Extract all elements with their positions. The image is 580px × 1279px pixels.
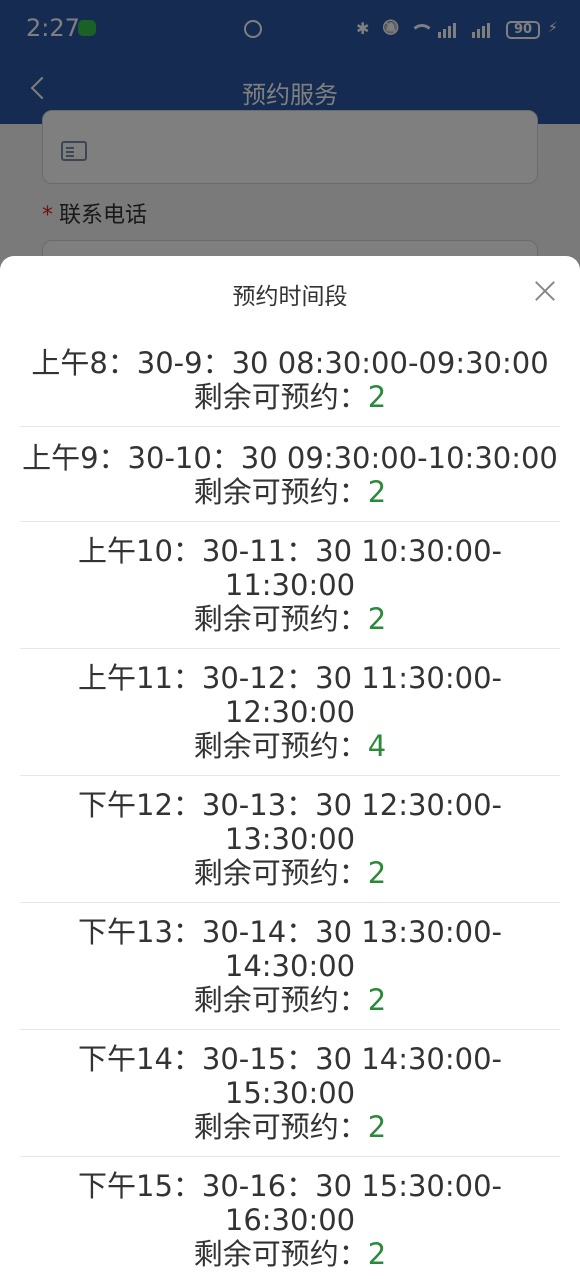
slot-time: 上午9：30-10：30 09:30:00-10:30:00 <box>22 441 558 475</box>
slot-remaining: 剩余可预约：2 <box>20 475 560 509</box>
remaining-label: 剩余可预约： <box>193 1110 368 1144</box>
slot-remaining: 剩余可预约：2 <box>20 856 560 890</box>
remaining-count: 2 <box>367 856 387 890</box>
slot-remaining: 剩余可预约：2 <box>20 983 560 1017</box>
remaining-label: 剩余可预约： <box>193 602 368 636</box>
slot-time-line1: 下午14：30-15：30 14:30:00- <box>78 1042 502 1076</box>
remaining-label: 剩余可预约： <box>193 983 368 1017</box>
slot-time-line1: 上午10：30-11：30 10:30:00- <box>78 534 502 568</box>
remaining-count: 2 <box>367 602 387 636</box>
slot-remaining: 剩余可预约：2 <box>20 1237 560 1271</box>
time-slot-item[interactable]: 上午9：30-10：30 09:30:00-10:30:00 剩余可预约：2 <box>20 427 560 522</box>
slot-time-line2: 14:30:00 <box>224 949 356 983</box>
sheet-title: 预约时间段 <box>232 284 348 310</box>
time-slot-item[interactable]: 上午10：30-11：30 10:30:00- 11:30:00 剩余可预约：2 <box>20 522 560 649</box>
remaining-label: 剩余可预约： <box>193 380 368 414</box>
time-slot-sheet: 预约时间段 上午8：30-9：30 08:30:00-09:30:00 剩余可预… <box>0 256 580 1279</box>
remaining-count: 4 <box>367 729 387 763</box>
slot-remaining: 剩余可预约：2 <box>20 1110 560 1144</box>
time-slot-item[interactable]: 下午12：30-13：30 12:30:00- 13:30:00 剩余可预约：2 <box>20 776 560 903</box>
slot-time-line2: 12:30:00 <box>224 695 356 729</box>
time-slot-item[interactable]: 上午8：30-9：30 08:30:00-09:30:00 剩余可预约：2 <box>20 332 560 427</box>
slot-time: 上午8：30-9：30 08:30:00-09:30:00 <box>31 346 549 380</box>
slot-remaining: 剩余可预约：4 <box>20 729 560 763</box>
slot-time-line2: 11:30:00 <box>224 568 356 602</box>
remaining-count: 2 <box>367 475 387 509</box>
remaining-label: 剩余可预约： <box>193 475 368 509</box>
time-slot-item[interactable]: 下午14：30-15：30 14:30:00- 15:30:00 剩余可预约：2 <box>20 1030 560 1157</box>
remaining-label: 剩余可预约： <box>193 1237 368 1271</box>
time-slot-list: 上午8：30-9：30 08:30:00-09:30:00 剩余可预约：2 上午… <box>20 332 560 1279</box>
slot-time-line1: 上午11：30-12：30 11:30:00- <box>78 661 502 695</box>
time-slot-item[interactable]: 下午13：30-14：30 13:30:00- 14:30:00 剩余可预约：2 <box>20 903 560 1030</box>
slot-remaining: 剩余可预约：2 <box>20 602 560 636</box>
slot-time-line2: 16:30:00 <box>224 1203 356 1237</box>
slot-time-line2: 13:30:00 <box>224 822 356 856</box>
remaining-count: 2 <box>367 1237 387 1271</box>
remaining-count: 2 <box>367 983 387 1017</box>
slot-time-line1: 下午13：30-14：30 13:30:00- <box>78 915 502 949</box>
remaining-label: 剩余可预约： <box>193 856 368 890</box>
slot-time-line2: 15:30:00 <box>224 1076 356 1110</box>
time-slot-item[interactable]: 上午11：30-12：30 11:30:00- 12:30:00 剩余可预约：4 <box>20 649 560 776</box>
slot-time-line1: 下午12：30-13：30 12:30:00- <box>78 788 502 822</box>
remaining-label: 剩余可预约： <box>193 729 368 763</box>
slot-time-line1: 下午15：30-16：30 15:30:00- <box>78 1169 502 1203</box>
close-icon[interactable] <box>532 278 558 304</box>
slot-remaining: 剩余可预约：2 <box>20 380 560 414</box>
remaining-count: 2 <box>367 1110 387 1144</box>
time-slot-item[interactable]: 下午15：30-16：30 15:30:00- 16:30:00 剩余可预约：2 <box>20 1157 560 1279</box>
remaining-count: 2 <box>367 380 387 414</box>
